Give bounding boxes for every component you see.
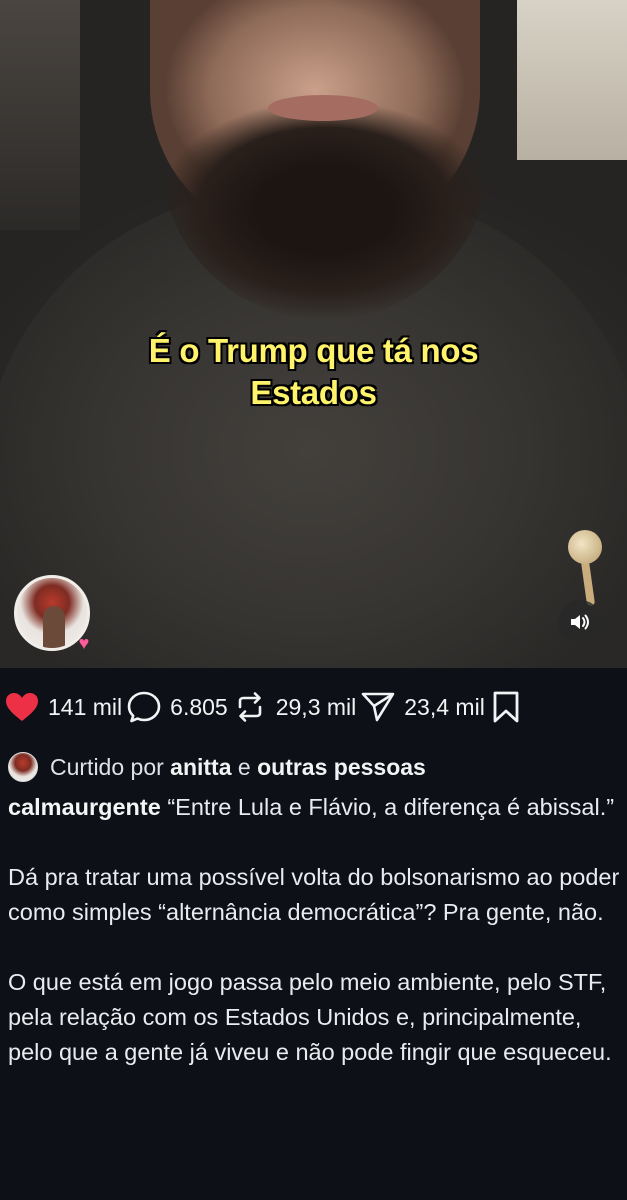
background-bookshelf bbox=[0, 0, 80, 230]
liked-by-others[interactable]: outras pessoas bbox=[257, 754, 426, 780]
subtitle-line-1: É o Trump que tá nos bbox=[148, 332, 479, 369]
post-caption: calmaurgente “Entre Lula e Flávio, a dif… bbox=[8, 790, 620, 1070]
comment-count: 6.805 bbox=[170, 693, 228, 720]
speaker-icon bbox=[571, 614, 589, 630]
save-button[interactable] bbox=[491, 687, 521, 727]
caption-paragraph-3: O que está em jogo passa pelo meio ambie… bbox=[8, 969, 612, 1065]
liked-by-connector: e bbox=[237, 753, 251, 780]
mute-button[interactable] bbox=[558, 600, 602, 644]
lapel-pin bbox=[568, 530, 602, 564]
video-subtitle: É o Trump que tá nos Estados bbox=[0, 330, 627, 414]
repost-button[interactable]: 29,3 mil bbox=[232, 687, 361, 727]
repost-count: 29,3 mil bbox=[275, 693, 357, 720]
like-button[interactable]: 141 mil bbox=[4, 687, 126, 727]
liked-by-prefix: Curtido por bbox=[50, 753, 164, 780]
bookmark-icon bbox=[493, 691, 519, 723]
heart-icon bbox=[6, 693, 38, 721]
liked-by-user[interactable]: anitta bbox=[170, 754, 231, 780]
action-bar: 141 mil 6.805 29,3 mil 23,4 mil bbox=[0, 668, 627, 746]
like-count: 141 mil bbox=[48, 693, 123, 720]
caption-paragraph-1: calmaurgente “Entre Lula e Flávio, a dif… bbox=[8, 790, 620, 825]
heart-badge-icon: ♥ bbox=[78, 632, 90, 653]
avatar-figure bbox=[43, 606, 65, 648]
subtitle-line-2: Estados bbox=[250, 374, 377, 411]
video-player[interactable]: É o Trump que tá nos Estados ♥ bbox=[0, 0, 627, 668]
comment-button[interactable]: 6.805 bbox=[126, 687, 232, 727]
comment-icon bbox=[127, 691, 161, 723]
share-button[interactable]: 23,4 mil bbox=[360, 687, 489, 727]
liked-by-avatar bbox=[8, 752, 38, 782]
post-username[interactable]: calmaurgente bbox=[8, 794, 161, 820]
share-count: 23,4 mil bbox=[404, 693, 485, 720]
liked-by-row[interactable]: Curtido por anitta e outras pessoas bbox=[8, 748, 426, 786]
caption-paragraph-2: Dá pra tratar uma possível volta do bols… bbox=[8, 864, 620, 925]
background-wall-art bbox=[517, 0, 627, 160]
send-icon bbox=[361, 692, 395, 722]
repost-icon bbox=[238, 692, 262, 722]
liked-by-text: Curtido por anitta e outras pessoas bbox=[50, 754, 426, 781]
video-subject-mouth bbox=[268, 95, 378, 121]
caption-text-1: “Entre Lula e Flávio, a diferença é abis… bbox=[167, 794, 615, 820]
